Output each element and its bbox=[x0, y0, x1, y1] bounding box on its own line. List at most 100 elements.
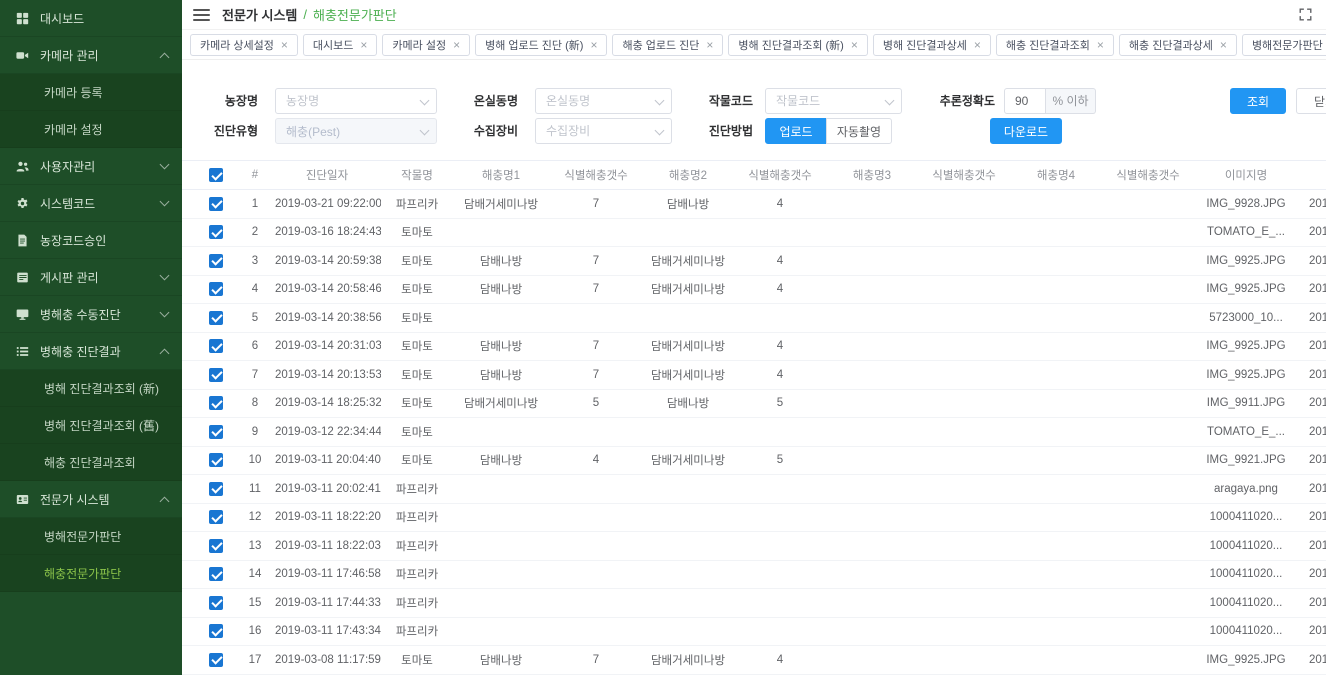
greenhouse-input[interactable] bbox=[535, 88, 672, 114]
tab-7[interactable]: 병해 진단결과상세× bbox=[873, 34, 991, 56]
farm-name-select[interactable] bbox=[275, 88, 437, 114]
sidebar-item-camera-mgmt[interactable]: 카메라 관리 bbox=[0, 37, 182, 74]
row-checkbox-cell bbox=[182, 368, 237, 382]
sidebar-item-disease-results-old[interactable]: 병해 진단결과조회 (舊) bbox=[0, 407, 182, 444]
crop-code-input[interactable] bbox=[765, 88, 902, 114]
method-upload-button[interactable]: 업로드 bbox=[765, 118, 827, 144]
chevron-up-icon bbox=[160, 348, 170, 358]
table-cell: 토마토 bbox=[381, 281, 453, 297]
sidebar-item-diagnosis-results[interactable]: 병해충 진단결과 bbox=[0, 333, 182, 370]
device-input[interactable] bbox=[535, 118, 672, 144]
tab-4[interactable]: 병해 업로드 진단 (新)× bbox=[475, 34, 607, 56]
sidebar-item-label: 사용자관리 bbox=[40, 158, 95, 175]
table-cell: 4 bbox=[733, 198, 827, 210]
sidebar-item-expert-system[interactable]: 전문가 시스템 bbox=[0, 481, 182, 518]
table-cell: 토마토 bbox=[381, 224, 453, 240]
row-checkbox[interactable] bbox=[209, 282, 223, 296]
row-checkbox[interactable] bbox=[209, 453, 223, 467]
tab-8[interactable]: 해충 진단결과조회× bbox=[996, 34, 1114, 56]
table-cell: 1000411020... bbox=[1195, 568, 1297, 580]
table-cell: 17 bbox=[237, 654, 273, 666]
table-cell: 2019-03-11 20:04:40 bbox=[273, 454, 381, 466]
row-checkbox-cell bbox=[182, 653, 237, 667]
column-header: 해충명2 bbox=[643, 167, 733, 183]
tab-close-icon[interactable]: × bbox=[974, 39, 981, 51]
results-table: #진단일자작물명해충명1식별해충갯수해충명2식별해충갯수해충명3식별해충갯수해충… bbox=[182, 160, 1326, 675]
row-checkbox[interactable] bbox=[209, 567, 223, 581]
tab-1[interactable]: 카메라 상세설정× bbox=[190, 34, 298, 56]
row-checkbox-cell bbox=[182, 282, 237, 296]
farm-name-label: 농장명 bbox=[190, 88, 258, 114]
crop-code-select[interactable] bbox=[765, 88, 902, 114]
tab-close-icon[interactable]: × bbox=[1220, 39, 1227, 51]
row-checkbox[interactable] bbox=[209, 311, 223, 325]
tab-close-icon[interactable]: × bbox=[281, 39, 288, 51]
greenhouse-select[interactable] bbox=[535, 88, 672, 114]
tab-2[interactable]: 대시보드 × bbox=[303, 34, 378, 56]
farm-name-input[interactable] bbox=[275, 88, 437, 114]
sidebar-item-camera-register[interactable]: 카메라 등록 bbox=[0, 74, 182, 111]
table-cell: 2019-03-11 17:44:33 bbox=[273, 597, 381, 609]
row-checkbox[interactable] bbox=[209, 254, 223, 268]
tab-10[interactable]: 병해전문가판단× bbox=[1242, 34, 1326, 56]
sidebar-item-system-code[interactable]: 시스템코드 bbox=[0, 185, 182, 222]
row-checkbox[interactable] bbox=[209, 225, 223, 239]
row-checkbox[interactable] bbox=[209, 396, 223, 410]
sidebar-item-user-mgmt[interactable]: 사용자관리 bbox=[0, 148, 182, 185]
tab-close-icon[interactable]: × bbox=[360, 39, 367, 51]
sidebar-item-manual-diagnosis[interactable]: 병해충 수동진단 bbox=[0, 296, 182, 333]
tab-close-icon[interactable]: × bbox=[590, 39, 597, 51]
method-auto-button[interactable]: 자동촬영 bbox=[826, 118, 892, 144]
sidebar-item-farm-code-approval[interactable]: 농장코드승인 bbox=[0, 222, 182, 259]
sidebar-item-disease-results-new[interactable]: 병해 진단결과조회 (新) bbox=[0, 370, 182, 407]
sidebar-item-pest-expert[interactable]: 해충전문가판단 bbox=[0, 555, 182, 592]
row-checkbox[interactable] bbox=[209, 197, 223, 211]
menu-toggle-icon[interactable] bbox=[193, 9, 210, 21]
select-all-checkbox[interactable] bbox=[209, 168, 223, 182]
tab-close-icon[interactable]: × bbox=[851, 39, 858, 51]
device-select[interactable] bbox=[535, 118, 672, 144]
tab-close-icon[interactable]: × bbox=[453, 39, 460, 51]
sidebar-item-pest-results[interactable]: 해충 진단결과조회 bbox=[0, 444, 182, 481]
row-checkbox[interactable] bbox=[209, 482, 223, 496]
table-body: 12019-03-21 09:22:00파프리카담배거세미나방7담배나방4IMG… bbox=[182, 190, 1326, 675]
diagnosis-type-select[interactable] bbox=[275, 118, 437, 144]
search-button[interactable]: 조회 bbox=[1230, 88, 1286, 114]
sidebar-item-disease-expert[interactable]: 병해전문가판단 bbox=[0, 518, 182, 555]
row-checkbox[interactable] bbox=[209, 624, 223, 638]
table-cell: 토마토 bbox=[381, 338, 453, 354]
row-checkbox[interactable] bbox=[209, 539, 223, 553]
tab-5[interactable]: 해충 업로드 진단× bbox=[612, 34, 723, 56]
table-cell: 2019 bbox=[1297, 540, 1326, 552]
sidebar-item-camera-settings[interactable]: 카메라 설정 bbox=[0, 111, 182, 148]
row-checkbox[interactable] bbox=[209, 596, 223, 610]
table-cell: 파프리카 bbox=[381, 196, 453, 212]
tab-6[interactable]: 병해 진단결과조회 (新)× bbox=[728, 34, 867, 56]
accuracy-field[interactable] bbox=[1004, 88, 1046, 114]
chevron-down-icon bbox=[160, 196, 170, 206]
sidebar-item-dashboard[interactable]: 대시보드 bbox=[0, 0, 182, 37]
tab-3[interactable]: 카메라 설정× bbox=[382, 34, 470, 56]
row-checkbox[interactable] bbox=[209, 510, 223, 524]
table-cell: 5723000_10... bbox=[1195, 312, 1297, 324]
diagnosis-type-input[interactable] bbox=[275, 118, 437, 144]
table-cell: 2019-03-11 17:46:58 bbox=[273, 568, 381, 580]
tab-close-icon[interactable]: × bbox=[706, 39, 713, 51]
table-cell: 2019 bbox=[1297, 255, 1326, 267]
row-checkbox[interactable] bbox=[209, 368, 223, 382]
download-button[interactable]: 다운로드 bbox=[990, 118, 1062, 144]
table-cell: 담배거세미나방 bbox=[453, 196, 549, 212]
sidebar-item-board-mgmt[interactable]: 게시판 관리 bbox=[0, 259, 182, 296]
tab-label: 대시보드 bbox=[313, 37, 353, 53]
table-cell: 2019-03-11 20:02:41 bbox=[273, 483, 381, 495]
row-checkbox[interactable] bbox=[209, 653, 223, 667]
row-checkbox[interactable] bbox=[209, 339, 223, 353]
tab-9[interactable]: 해충 진단결과상세× bbox=[1119, 34, 1237, 56]
row-checkbox[interactable] bbox=[209, 425, 223, 439]
tab-close-icon[interactable]: × bbox=[1097, 39, 1104, 51]
close-button[interactable]: 닫기 bbox=[1296, 88, 1326, 114]
fullscreen-icon[interactable] bbox=[1299, 8, 1312, 21]
table-cell: 담배거세미나방 bbox=[643, 338, 733, 354]
accuracy-input[interactable] bbox=[1004, 88, 1046, 114]
table-cell: 파프리카 bbox=[381, 538, 453, 554]
